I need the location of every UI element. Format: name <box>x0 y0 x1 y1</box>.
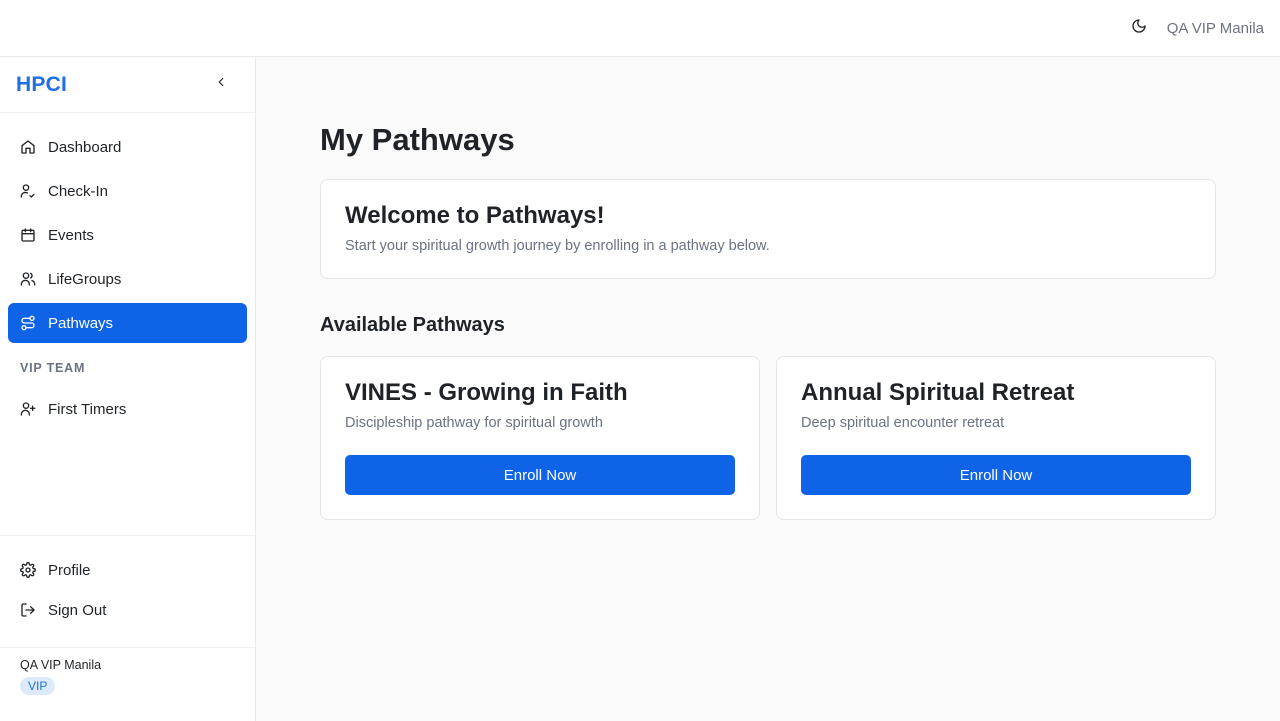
sidebar-item-label: Check-In <box>48 182 109 200</box>
pathway-cards: VINES - Growing in Faith Discipleship pa… <box>320 356 1216 520</box>
sign-out-button[interactable]: Sign Out <box>8 592 247 628</box>
sidebar-item-label: Sign Out <box>48 601 107 619</box>
user-check-icon <box>20 183 36 199</box>
pathway-description: Discipleship pathway for spiritual growt… <box>345 415 603 431</box>
pathway-title: Annual Spiritual Retreat <box>801 379 1075 406</box>
brand-logo[interactable]: HPCI <box>16 73 67 97</box>
pathway-description: Deep spiritual encounter retreat <box>801 415 1005 431</box>
sidebar-item-profile[interactable]: Profile <box>8 552 247 588</box>
users-icon <box>20 271 36 287</box>
moon-icon <box>1131 18 1147 39</box>
top-header: QA VIP Manila <box>0 0 1280 57</box>
sidebar-nav: Dashboard Check-In Events LifeGroups Pat… <box>0 113 255 429</box>
sidebar-user-name: QA VIP Manila <box>20 658 102 672</box>
sidebar-item-pathways[interactable]: Pathways <box>8 303 247 343</box>
role-badge: VIP <box>20 677 56 695</box>
sidebar: HPCI Dashboard Check-In Events LifeGroup… <box>0 57 256 721</box>
welcome-subtitle: Start your spiritual growth journey by e… <box>345 238 770 254</box>
main-content: My Pathways Welcome to Pathways! Start y… <box>256 57 1280 721</box>
pathway-title: VINES - Growing in Faith <box>345 379 628 406</box>
enroll-now-button[interactable]: Enroll Now <box>801 455 1191 495</box>
sidebar-item-lifegroups[interactable]: LifeGroups <box>8 259 247 299</box>
sidebar-user-info: QA VIP Manila VIP <box>0 647 255 705</box>
sidebar-item-label: Events <box>48 226 94 244</box>
home-icon <box>20 139 36 155</box>
welcome-title: Welcome to Pathways! <box>345 202 605 229</box>
sidebar-item-check-in[interactable]: Check-In <box>8 171 247 211</box>
available-pathways-heading: Available Pathways <box>320 314 505 336</box>
sidebar-item-label: Pathways <box>48 314 114 332</box>
header-user-name[interactable]: QA VIP Manila <box>1167 20 1264 37</box>
section-label-vip-team: VIP TEAM <box>20 361 86 375</box>
sidebar-item-dashboard[interactable]: Dashboard <box>8 127 247 167</box>
sidebar-item-events[interactable]: Events <box>8 215 247 255</box>
page-title: My Pathways <box>320 122 515 157</box>
theme-toggle-button[interactable] <box>1127 16 1151 40</box>
sidebar-footer-nav: Profile Sign Out <box>0 535 255 632</box>
welcome-card: Welcome to Pathways! Start your spiritua… <box>320 179 1216 279</box>
enroll-now-button[interactable]: Enroll Now <box>345 455 735 495</box>
sidebar-item-first-timers[interactable]: First Timers <box>8 389 247 429</box>
collapse-sidebar-button[interactable] <box>211 75 231 95</box>
gear-icon <box>20 562 36 578</box>
calendar-icon <box>20 227 36 243</box>
chevron-left-icon <box>214 75 228 94</box>
sidebar-item-label: Profile <box>48 561 91 579</box>
pathway-card: Annual Spiritual Retreat Deep spiritual … <box>776 356 1216 520</box>
pathway-card: VINES - Growing in Faith Discipleship pa… <box>320 356 760 520</box>
sidebar-item-label: Dashboard <box>48 138 122 156</box>
sign-out-icon <box>20 602 36 618</box>
sidebar-header: HPCI <box>0 57 255 113</box>
route-icon <box>20 315 36 331</box>
sidebar-item-label: First Timers <box>48 400 127 418</box>
user-plus-icon <box>20 401 36 417</box>
sidebar-item-label: LifeGroups <box>48 270 122 288</box>
